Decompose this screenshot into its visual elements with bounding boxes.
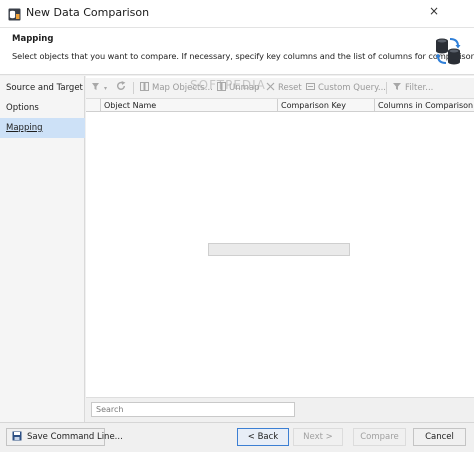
custom-query-label: Custom Query...	[318, 83, 386, 93]
custom-query-icon	[306, 83, 315, 90]
column-header-object-name[interactable]: Object Name	[100, 99, 277, 112]
toolbar-separator	[386, 82, 387, 94]
app-icon	[8, 8, 21, 21]
close-icon: ×	[428, 4, 440, 18]
custom-query-button[interactable]: Custom Query...	[306, 78, 386, 98]
page-description: Select objects that you want to compare.…	[12, 51, 474, 61]
database-sync-icon	[435, 38, 461, 65]
wizard-sidebar: Source and Target Options Mapping	[0, 76, 85, 422]
toolbar-separator	[133, 82, 134, 94]
map-objects-icon	[140, 82, 149, 91]
save-icon	[12, 431, 22, 441]
refresh-button[interactable]	[116, 78, 129, 98]
loading-progress-bar	[208, 243, 350, 256]
reset-label: Reset	[278, 83, 302, 93]
save-command-line-label: Save Command Line...	[27, 432, 123, 442]
map-objects-label: Map Objects...	[152, 83, 213, 93]
row-indicator-header	[86, 99, 100, 112]
filter-button[interactable]: Filter...	[393, 78, 433, 98]
save-command-line-button[interactable]: Save Command Line...	[6, 428, 123, 446]
next-button[interactable]: Next >	[293, 428, 343, 446]
reset-icon	[266, 82, 275, 91]
refresh-icon	[117, 81, 126, 90]
column-header-columns-in-comparison[interactable]: Columns in Comparison	[374, 99, 474, 112]
sidebar-item-options[interactable]: Options	[0, 98, 85, 118]
compare-button[interactable]: Compare	[353, 428, 406, 446]
search-input[interactable]	[91, 402, 295, 417]
column-header-comparison-key[interactable]: Comparison Key	[277, 99, 374, 112]
reset-button[interactable]: Reset	[266, 78, 302, 98]
unmap-button[interactable]: Unmap	[217, 78, 260, 98]
grid-header: Object Name Comparison Key Columns in Co…	[86, 98, 474, 112]
filter-icon	[393, 83, 401, 90]
window-title: New Data Comparison	[26, 6, 150, 19]
map-objects-button[interactable]: Map Objects...	[140, 78, 213, 98]
page-title: Mapping	[12, 34, 54, 44]
sidebar-item-mapping[interactable]: Mapping	[0, 118, 85, 138]
filter-dropdown-chevron-icon: ▾	[104, 85, 108, 92]
filter-dropdown-button[interactable]: ▾	[92, 78, 107, 98]
filter-dropdown-icon	[92, 83, 99, 90]
close-button[interactable]: ×	[427, 2, 441, 20]
filter-label: Filter...	[405, 83, 434, 93]
back-button[interactable]: < Back	[237, 428, 289, 446]
unmap-label: Unmap	[229, 83, 260, 93]
sidebar-item-source-and-target[interactable]: Source and Target	[0, 78, 85, 98]
cancel-button[interactable]: Cancel	[413, 428, 466, 446]
unmap-icon	[217, 82, 226, 91]
mapping-toolbar: ▾ Map Objects... Unmap Reset Custom Quer…	[86, 78, 474, 98]
